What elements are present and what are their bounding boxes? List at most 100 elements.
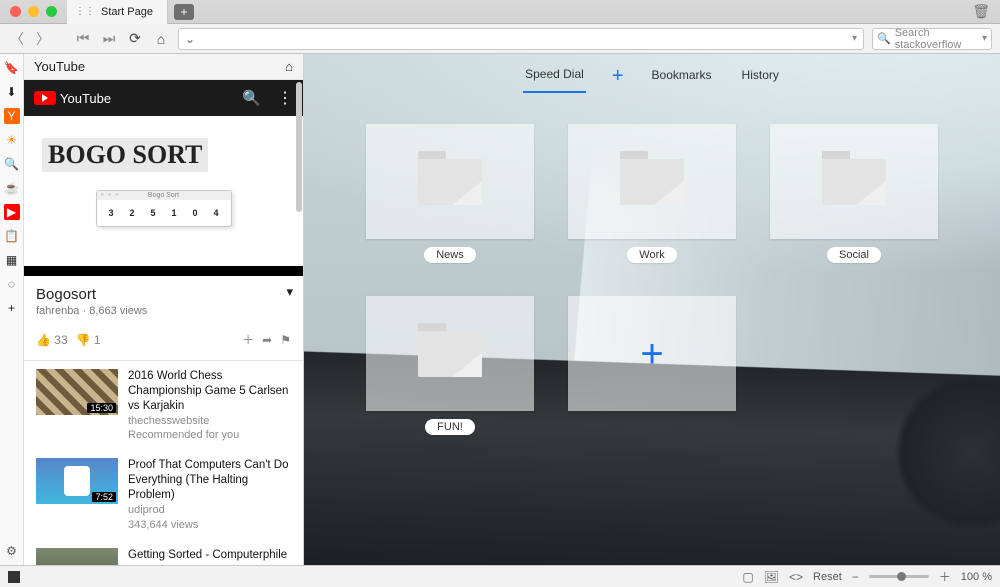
bookmarks-icon[interactable]: 🔖 <box>4 60 20 76</box>
zoom-level: 100 % <box>961 571 992 583</box>
like-button[interactable]: 👍 33 <box>36 333 68 347</box>
tile-thumbnail <box>568 124 736 239</box>
zoom-in-icon[interactable]: ＋ <box>939 568 951 585</box>
panel-title: YouTube <box>34 59 85 74</box>
panel-rail: 🔖 ⬇ Y ☀ 🔍 ☕ ▶ 📋 ▦ ◌ + ⚙ <box>0 54 24 565</box>
recommendation-meta: Proof That Computers Can't Do Everything… <box>128 458 291 531</box>
duration-badge: 15:30 <box>87 403 116 413</box>
tile-thumbnail <box>366 296 534 411</box>
add-speed-dial-group-icon[interactable]: + <box>612 76 624 79</box>
video-views: 8,663 views <box>89 305 147 317</box>
minimize-window[interactable] <box>28 6 39 17</box>
bogo-number: 1 <box>171 208 176 218</box>
tab-bookmarks[interactable]: Bookmarks <box>650 62 714 92</box>
tile-thumbnail <box>366 124 534 239</box>
tab-history[interactable]: History <box>740 62 781 92</box>
search-placeholder: Search stackoverflow <box>895 27 982 51</box>
ycombinator-icon[interactable]: Y <box>4 108 20 124</box>
tab-title: Start Page <box>101 6 153 18</box>
tab-strip: ⋮⋮ Start Page + 🗑 <box>0 0 1000 24</box>
video-player[interactable]: BOGO SORT Bogo Sort 325104 <box>24 116 303 266</box>
youtube-logo[interactable]: YouTube <box>34 91 111 106</box>
tab-start-page[interactable]: ⋮⋮ Start Page <box>67 0 168 24</box>
back-button[interactable]: 〈 <box>8 29 26 49</box>
chevron-down-icon[interactable]: ▾ <box>982 33 987 44</box>
youtube-search-icon[interactable]: 🔍 <box>242 89 261 107</box>
start-page-tabs: Speed Dial + Bookmarks History <box>304 54 1000 94</box>
github-icon[interactable]: ◌ <box>4 276 20 292</box>
speed-dial-tile[interactable]: Social <box>770 124 938 274</box>
speed-dial-tile[interactable]: News <box>366 124 534 274</box>
add-panel-icon[interactable]: + <box>4 300 20 316</box>
home-button[interactable]: ⌂ <box>152 31 170 47</box>
flag-icon[interactable]: ⚑ <box>280 333 291 347</box>
page-actions-icon[interactable]: <> <box>789 570 803 584</box>
forward-button[interactable]: 〉 <box>34 29 52 49</box>
sun-icon[interactable]: ☀ <box>4 132 20 148</box>
recommendation-meta: 2016 World Chess Championship Game 5 Car… <box>128 369 291 442</box>
zoom-slider[interactable] <box>869 575 929 578</box>
search-icon[interactable]: 🔍 <box>4 156 20 172</box>
address-bar[interactable]: ⌄ ▾ <box>178 28 864 50</box>
address-text: ⌄ <box>185 32 195 46</box>
toolbar: 〈 〉 ⏮ ⏭ ⟳ ⌂ ⌄ ▾ 🔍 Search stackoverflow ▾ <box>0 24 1000 54</box>
speed-dial-grid: News Work Social FUN!+ <box>304 94 1000 476</box>
video-channel[interactable]: fahrenba <box>36 305 79 317</box>
recommendation-channel: thechesswebsite <box>128 414 291 428</box>
java-icon[interactable]: ☕ <box>4 180 20 196</box>
trello-icon[interactable]: 📋 <box>4 228 20 244</box>
recommendation-views: 343,644 views <box>128 518 291 532</box>
chevron-down-icon[interactable]: ▾ <box>286 284 293 300</box>
player-controls-bar[interactable] <box>24 266 303 276</box>
bogo-number: 0 <box>192 208 197 218</box>
rewind-button[interactable]: ⏮ <box>74 30 92 47</box>
bogo-number: 3 <box>108 208 113 218</box>
reload-button[interactable]: ⟳ <box>126 30 144 47</box>
chevron-down-icon[interactable]: ▾ <box>852 33 857 44</box>
tile-label: Work <box>627 247 676 263</box>
thumbnail: 10:59 <box>36 548 118 565</box>
folder-icon <box>620 159 684 205</box>
tiling-icon[interactable]: ▢ <box>742 570 753 584</box>
image-toggle-icon[interactable]: 🖼 <box>764 570 779 584</box>
new-tab-button[interactable]: + <box>174 4 194 20</box>
trash-icon[interactable]: 🗑 <box>972 3 990 20</box>
panel-home-icon[interactable]: ⌂ <box>285 59 293 74</box>
youtube-topbar: YouTube 🔍 ⋮ <box>24 80 303 116</box>
reset-zoom[interactable]: Reset <box>813 571 842 583</box>
recommendation-channel: udiprod <box>128 503 291 517</box>
folder-icon <box>418 159 482 205</box>
youtube-icon[interactable]: ▶ <box>4 204 20 220</box>
zoom-out-icon[interactable]: − <box>852 570 859 584</box>
video-actions: 👍 33 👎 1 ＋ ➦ ⚑ <box>24 325 303 361</box>
speed-dial-tile[interactable]: FUN! <box>366 296 534 446</box>
grid-icon[interactable]: ▦ <box>4 252 20 268</box>
add-to-icon[interactable]: ＋ <box>242 331 254 348</box>
recommendation-item[interactable]: 7:52Proof That Computers Can't Do Everyt… <box>24 450 303 539</box>
recommendation-views: Recommended for you <box>128 428 291 442</box>
panel-header: YouTube ⌂ <box>24 54 303 80</box>
fastforward-button[interactable]: ⏭ <box>100 30 118 47</box>
tab-speed-dial[interactable]: Speed Dial <box>523 61 586 93</box>
recommendation-item[interactable]: 10:59Getting Sorted - ComputerphileCompu… <box>24 540 303 565</box>
downloads-icon[interactable]: ⬇ <box>4 84 20 100</box>
scrollbar[interactable] <box>296 82 302 212</box>
speed-dial-tile[interactable]: Work <box>568 124 736 274</box>
start-page: Speed Dial + Bookmarks History News Work S… <box>304 54 1000 565</box>
zoom-window[interactable] <box>46 6 57 17</box>
youtube-more-icon[interactable]: ⋮ <box>277 88 293 108</box>
settings-icon[interactable]: ⚙ <box>4 543 20 559</box>
add-speed-dial-tile[interactable]: + <box>568 296 736 446</box>
video-overlay-window: Bogo Sort 325104 <box>96 190 232 227</box>
dislike-button[interactable]: 👎 1 <box>76 333 101 347</box>
folder-icon <box>418 331 482 377</box>
share-icon[interactable]: ➦ <box>262 333 272 347</box>
window-controls <box>0 6 67 17</box>
close-window[interactable] <box>10 6 21 17</box>
search-field[interactable]: 🔍 Search stackoverflow ▾ <box>872 28 992 50</box>
tile-thumbnail <box>770 124 938 239</box>
video-meta: ▾ Bogosort fahrenba · 8,663 views <box>24 276 303 325</box>
youtube-play-icon <box>34 91 56 105</box>
recommendation-item[interactable]: 15:30 2016 World Chess Championship Game … <box>24 361 303 450</box>
status-toggle-icon[interactable] <box>8 571 20 583</box>
